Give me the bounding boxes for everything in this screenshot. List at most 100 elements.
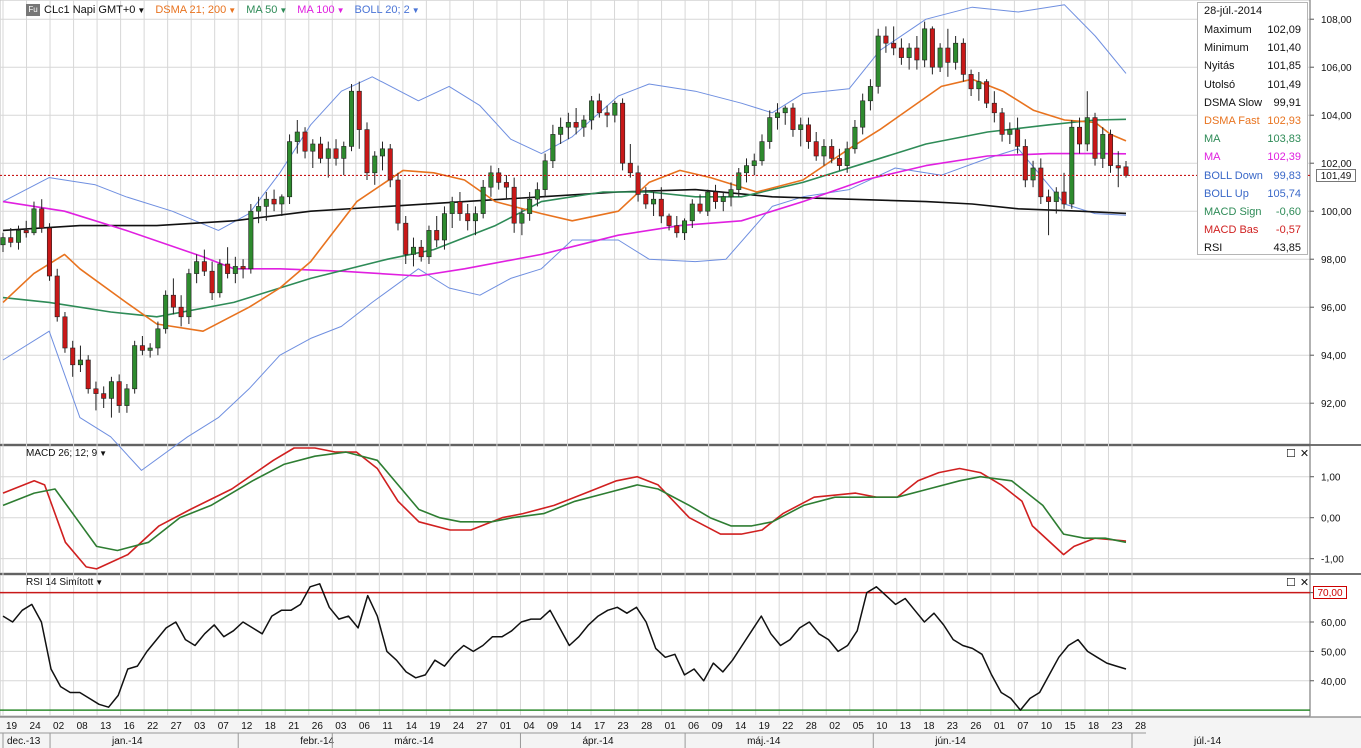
x-day-label: 14	[735, 721, 747, 732]
x-day-label: 14	[571, 721, 583, 732]
info-row-label: Minimum	[1204, 42, 1249, 55]
info-row: DSMA Slow 99,91	[1198, 94, 1307, 112]
info-row: Nyitás 101,85	[1198, 57, 1307, 75]
info-row-label: Maximum	[1204, 24, 1252, 36]
candle-down	[170, 294, 176, 308]
candle-up	[782, 107, 788, 114]
indicator-ma50[interactable]: MA 50 ▼	[246, 4, 287, 16]
candle-up	[565, 122, 571, 128]
candle-down	[271, 198, 277, 205]
indicator-ma100[interactable]: MA 100 ▼	[297, 4, 344, 16]
candle-up	[689, 203, 695, 222]
indicator-ma50-label: MA 50	[246, 4, 278, 16]
x-month-label: jún.-14	[934, 736, 966, 747]
candle-down	[395, 179, 401, 224]
x-day-label: 06	[359, 721, 371, 732]
candle-down	[960, 42, 966, 75]
candle-down	[713, 191, 719, 202]
info-row: BOLL Down 99,83	[1198, 167, 1307, 185]
macd-panel-buttons: ☐ ✕	[1286, 447, 1309, 460]
maximize-icon[interactable]: ☐	[1286, 447, 1296, 460]
candle-up	[550, 134, 556, 162]
indicator-dsma[interactable]: DSMA 21; 200 ▼	[155, 4, 236, 16]
candle-up	[682, 220, 688, 234]
candle-up	[287, 141, 293, 198]
candle-up	[519, 213, 525, 224]
candle-up	[232, 266, 238, 274]
info-row: MACD Sign -0,60	[1198, 203, 1307, 221]
info-row-value: -0,57	[1275, 224, 1301, 237]
info-row-label: MACD Sign	[1204, 205, 1262, 218]
x-month-label: ápr.-14	[582, 736, 614, 747]
candle-up	[1100, 134, 1106, 159]
main-panel	[0, 0, 1311, 445]
x-day-label: 01	[500, 721, 512, 732]
x-day-label: 04	[523, 721, 535, 732]
chart-canvas: 92,0094,0096,0098,00100,00102,00104,0010…	[0, 0, 1361, 748]
candle-down	[496, 172, 502, 183]
info-row: MA 103,83	[1198, 130, 1307, 148]
candle-down	[240, 266, 246, 270]
futures-icon: Fu	[26, 4, 40, 16]
info-row: Utolsó 101,49	[1198, 76, 1307, 94]
chevron-down-icon: ▼	[95, 578, 104, 587]
info-row-value: 101,40	[1267, 42, 1301, 55]
indicator-boll[interactable]: BOLL 20; 2 ▼	[355, 4, 420, 16]
close-icon[interactable]: ✕	[1300, 576, 1309, 589]
x-day-label: 13	[100, 721, 112, 732]
info-row-value: 103,83	[1267, 133, 1301, 146]
candle-up	[705, 191, 711, 212]
rsi-panel-buttons: ☐ ✕	[1286, 576, 1309, 589]
candle-up	[558, 126, 564, 135]
rsi-axis-tick-label: 40,00	[1321, 677, 1346, 688]
candle-down	[891, 42, 897, 49]
candle-down	[225, 263, 231, 274]
chevron-down-icon: ▼	[228, 5, 237, 15]
x-day-label: 01	[994, 721, 1006, 732]
x-day-label: 18	[1088, 721, 1100, 732]
candle-down	[93, 388, 99, 394]
info-row-label: BOLL Up	[1204, 187, 1249, 200]
candle-up	[860, 100, 866, 128]
candle-up	[341, 146, 347, 159]
candle-down	[805, 124, 811, 142]
rsi-axis-tick-label: 50,00	[1321, 647, 1346, 658]
rsi-panel-label[interactable]: RSI 14 Simított ▼	[26, 577, 103, 588]
candle-up	[534, 189, 540, 200]
candle-down	[1046, 196, 1052, 202]
x-day-label: 11	[382, 721, 393, 732]
candle-down	[604, 112, 610, 116]
x-day-label: 06	[688, 721, 700, 732]
candle-up	[186, 273, 192, 318]
macd-panel-label[interactable]: MACD 26; 12; 9 ▼	[26, 448, 107, 459]
candle-up	[798, 124, 804, 130]
candle-up	[875, 35, 881, 87]
candle-up	[372, 155, 378, 174]
candle-down	[457, 201, 463, 214]
x-day-label: 09	[547, 721, 559, 732]
candle-down	[883, 35, 889, 44]
info-row: MACD Bas -0,57	[1198, 221, 1307, 239]
info-row-label: Utolsó	[1204, 78, 1236, 91]
candle-up	[953, 42, 959, 63]
candle-down	[434, 230, 440, 241]
indicator-dsma-label: DSMA 21; 200	[155, 4, 227, 16]
candle-down	[70, 347, 76, 366]
info-row-value: 101,85	[1267, 60, 1301, 73]
maximize-icon[interactable]: ☐	[1286, 576, 1296, 589]
close-icon[interactable]: ✕	[1300, 447, 1309, 460]
x-day-label: 23	[1111, 721, 1123, 732]
candle-up	[759, 141, 765, 162]
x-day-label: 02	[53, 721, 65, 732]
info-row-value: 105,74	[1267, 187, 1301, 200]
candle-down	[635, 172, 641, 195]
symbol-selector[interactable]: Fu CLc1 Napi GMT+0 ▼	[26, 4, 145, 16]
candle-down	[914, 47, 920, 61]
x-day-label: 23	[618, 721, 630, 732]
candle-up	[217, 263, 223, 294]
candle-up	[163, 294, 169, 330]
candle-down	[39, 208, 45, 229]
candle-up	[15, 230, 21, 243]
candle-up	[1007, 129, 1013, 135]
x-day-label: 28	[1135, 721, 1147, 732]
